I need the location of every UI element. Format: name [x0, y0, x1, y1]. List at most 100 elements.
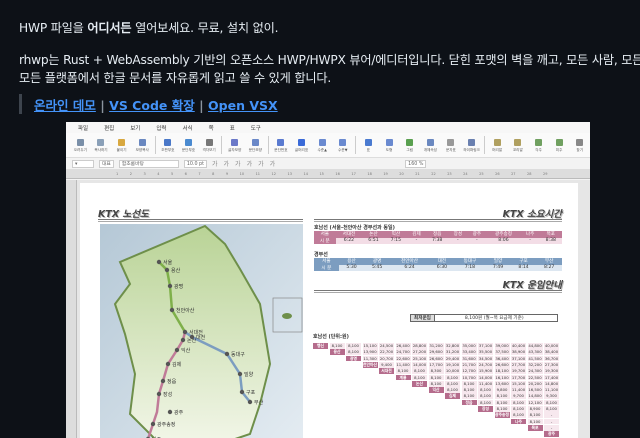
online-demo-link[interactable]: 온라인 데모	[34, 98, 96, 113]
station-marker	[224, 351, 230, 357]
fare-cell: 11,400	[511, 387, 526, 393]
toolbar-label: 복사하기	[94, 147, 108, 152]
fare-cell: -	[544, 424, 559, 431]
toolbar-label: 머리말	[492, 147, 503, 152]
toolbar-button[interactable]: 수준▲	[312, 138, 333, 152]
char-format-button[interactable]: 가	[270, 159, 276, 168]
fare-cell: 24,500	[379, 343, 394, 349]
toolbar-button[interactable]: 오려두기	[70, 138, 91, 152]
toolbar-label: 문단번호	[274, 147, 288, 152]
gyeongbu-label: 경부선	[314, 252, 328, 258]
station-marker	[165, 361, 171, 367]
toolbar-button[interactable]: 미주	[549, 138, 570, 152]
time-cell: 시 분	[314, 264, 339, 271]
toolbar-button[interactable]: 그림	[399, 138, 420, 152]
fare-cell: 34,500	[478, 355, 493, 362]
char-format-button[interactable]: 가	[247, 159, 253, 168]
toolbar-button[interactable]: 하이퍼링크	[461, 138, 482, 152]
fare-cell: 38,400	[544, 349, 559, 356]
menu-item[interactable]: 쪽	[209, 124, 214, 132]
toolbar-button[interactable]: 표	[358, 138, 379, 152]
char-format-button[interactable]: 가	[212, 159, 218, 168]
fare-station-label: 익산	[428, 387, 444, 393]
toolbar-button[interactable]: 격자보기	[199, 138, 220, 152]
toolbar-button[interactable]: 모양복사	[132, 138, 153, 152]
toolbar-icon	[318, 138, 326, 146]
fare-cell: 9,300	[544, 393, 559, 400]
toolbar-button[interactable]: 조판부호	[158, 138, 179, 152]
fare-cell: 22,700	[379, 349, 394, 356]
fare-cell: 17,400	[544, 374, 559, 381]
toolbar-label: 글자모양	[228, 147, 242, 152]
fare-cell: 37,100	[478, 343, 493, 349]
fare-cell: 37,100	[511, 355, 526, 362]
fare-cell: 26,400	[395, 343, 411, 349]
station-label: 익산	[181, 347, 191, 354]
station-label: 구포	[246, 390, 256, 396]
menu-item[interactable]: 서식	[183, 124, 193, 132]
toolbar-button[interactable]: 도형	[379, 138, 400, 152]
fare-label: 호남선 (단위:원)	[313, 334, 349, 340]
toolbar-label: 표	[366, 147, 371, 152]
station-label: 광명	[174, 283, 183, 290]
time-cell: -	[448, 237, 468, 244]
fare-cell: 8,100	[527, 418, 543, 425]
menu-item[interactable]: 입력	[156, 124, 166, 132]
fare-station-label: 논산	[412, 380, 427, 387]
toolbar-button[interactable]: 문단모양	[245, 138, 266, 152]
toolbar-button[interactable]: 찾기	[569, 138, 590, 152]
toolbar-button[interactable]: 글머리표	[291, 138, 312, 152]
fare-cell: 9,400	[379, 361, 394, 368]
char-format-button[interactable]: 가	[224, 159, 230, 168]
fare-cell: 39,000	[494, 343, 510, 349]
toolbar-label: 미주	[555, 147, 563, 152]
fare-cell: 19,300	[544, 368, 559, 374]
title-rule	[314, 290, 562, 293]
station-marker	[182, 329, 188, 335]
menu-item[interactable]: 표	[230, 124, 235, 132]
toolbar-button[interactable]: 꼬리말	[508, 138, 529, 152]
toolbar-button[interactable]: 개체속성	[420, 138, 441, 152]
toolbar-icon	[118, 138, 126, 146]
font-select[interactable]: 함초롬바탕	[118, 159, 179, 168]
toolbar-button[interactable]: 복사하기	[91, 138, 112, 152]
fare-station-label: 목포	[527, 424, 543, 431]
ruler-tick: 2	[129, 172, 132, 176]
toolbar-button[interactable]: 머리말	[487, 138, 508, 152]
fare-cell: 14,000	[412, 361, 427, 368]
ruler-tick: 29	[543, 172, 548, 176]
toolbar-separator	[221, 136, 223, 154]
menu-item[interactable]: 도구	[251, 124, 261, 132]
font-size-input[interactable]: 10.0 pt	[183, 159, 207, 168]
style-select[interactable]: 대표	[99, 159, 114, 168]
fare-cell: 40,000	[544, 343, 559, 349]
vscode-extension-link[interactable]: VS Code 확장	[109, 98, 195, 113]
toolbar-icon	[406, 138, 414, 146]
toolbar-button[interactable]: 글자모양	[224, 138, 245, 152]
vertical-ruler	[66, 180, 77, 438]
ruler-tick: 15	[319, 172, 324, 176]
open-vsx-link[interactable]: Open VSX	[208, 98, 278, 113]
menu-item[interactable]: 파일	[78, 124, 88, 132]
toolbar-button[interactable]: 각주	[528, 138, 549, 152]
toolbar-icon	[555, 138, 563, 146]
ruler-tick: 21	[415, 172, 420, 176]
zoom-select[interactable]: 160 %	[405, 159, 427, 168]
toolbar-icon	[231, 138, 239, 146]
toolbar-button[interactable]: 문자표	[441, 138, 462, 152]
menu-item[interactable]: 보기	[130, 124, 140, 132]
toolbar-button[interactable]: 수준▼	[333, 138, 354, 152]
char-format-button[interactable]: 가	[258, 159, 264, 168]
fare-cell: 32,200	[527, 361, 543, 368]
blank-select[interactable]: ▾	[72, 159, 94, 168]
station-label: 장성	[163, 391, 172, 398]
toolbar-button[interactable]: 문단부호	[178, 138, 199, 152]
toolbar-separator	[267, 136, 269, 154]
station-label: 김제	[172, 361, 182, 368]
ruler-tick: 9	[225, 172, 229, 176]
char-format-button[interactable]: 가	[235, 159, 241, 168]
links-row: 온라인 데모 | VS Code 확장 | Open VSX	[34, 98, 278, 113]
toolbar-button[interactable]: 붙이기	[111, 138, 132, 152]
toolbar-button[interactable]: 문단번호	[271, 138, 292, 152]
menu-item[interactable]: 편집	[104, 124, 114, 132]
